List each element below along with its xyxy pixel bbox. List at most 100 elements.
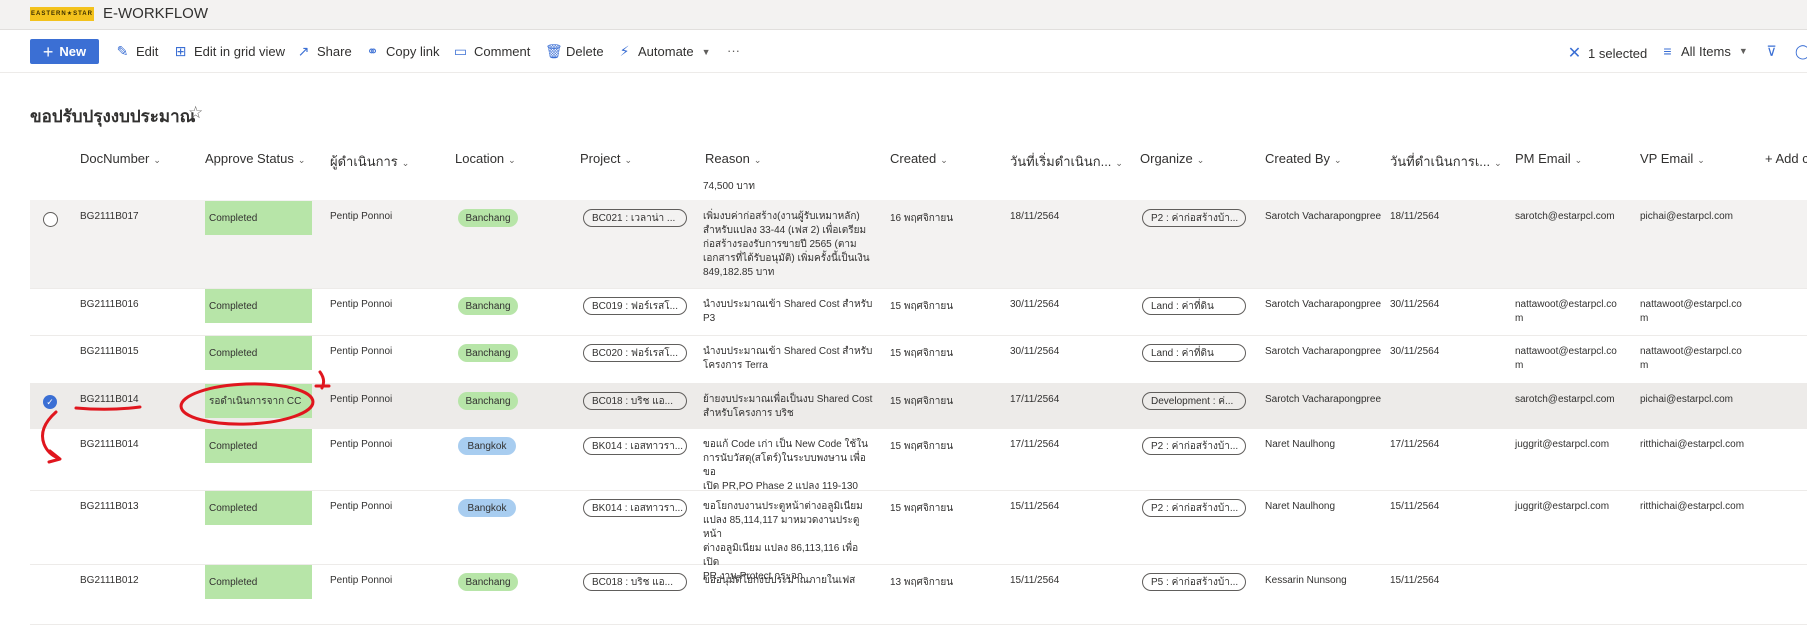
chevron-down-icon: ⌄: [1334, 155, 1342, 165]
reason-line: แปลง 85,114,117 มาหมวดงานประตูหน้า: [703, 515, 860, 540]
table-row[interactable]: BG2111B013 Completed Pentip Ponnoi Bangkok B…: [30, 490, 1807, 582]
comment-button[interactable]: ▭ Comment: [453, 43, 530, 60]
new-button[interactable]: + New: [30, 39, 99, 64]
row-selected-checkmark-icon[interactable]: ✓: [43, 395, 57, 409]
automate-button[interactable]: ⚡ Automate ▼: [617, 43, 711, 60]
edit-grid-label: Edit in grid view: [194, 44, 286, 59]
column-header-operator[interactable]: ผู้ดำเนินการ ⌄: [330, 151, 409, 172]
column-header-pm-email[interactable]: PM Email ⌄: [1515, 151, 1582, 166]
column-header-organize[interactable]: Organize ⌄: [1140, 151, 1204, 166]
trash-icon: 🗑: [545, 43, 563, 59]
grid-icon: ⊞: [174, 43, 187, 59]
clear-selection-button[interactable]: ✕ 1 selected: [1567, 43, 1647, 63]
doc-number-cell[interactable]: BG2111B014: [80, 394, 139, 405]
column-header-created[interactable]: Created ⌄: [890, 151, 948, 166]
pm-email-cell: juggrit@estarpcl.com: [1515, 500, 1609, 514]
doc-number-cell[interactable]: BG2111B017: [80, 211, 139, 222]
process-date-cell: 30/11/2564: [1390, 346, 1440, 357]
vp-email-line: pichai@estarpcl.com: [1640, 211, 1733, 222]
vp-email-line: pichai@estarpcl.com: [1640, 394, 1733, 405]
pencil-icon: ✎: [116, 43, 129, 59]
column-header-location[interactable]: Location ⌄: [455, 151, 516, 166]
pm-email-cell: sarotch@estarpcl.com: [1515, 210, 1615, 224]
table-row[interactable]: BG2111B016 Completed Pentip Ponnoi Banchang…: [30, 288, 1807, 336]
organize-tag: P2 : ค่าก่อสร้างบ้า...: [1142, 209, 1246, 227]
column-header-label: Organize: [1140, 151, 1193, 166]
share-button[interactable]: ↗ Share: [296, 43, 352, 60]
edit-grid-button[interactable]: ⊞ Edit in grid view: [173, 43, 285, 60]
filter-button[interactable]: ⊽: [1764, 43, 1779, 60]
copy-link-button[interactable]: ⚭ Copy link: [365, 43, 440, 60]
column-header-label: Created: [890, 151, 937, 166]
vp-email-cell: pichai@estarpcl.com: [1640, 210, 1733, 224]
start-date-cell: 17/11/2564: [1010, 439, 1060, 450]
created-cell: 15 พฤศจิกายน: [890, 348, 954, 359]
new-button-label: New: [59, 44, 87, 59]
chevron-down-icon: ▼: [701, 46, 711, 57]
table-row[interactable]: BG2111B012 Completed Pentip Ponnoi Banchang…: [30, 564, 1807, 625]
reason-line: สำหรับโครงการ บริช: [703, 408, 794, 419]
column-header-label: Location: [455, 151, 505, 166]
column-header-project[interactable]: Project ⌄: [580, 151, 632, 166]
chevron-down-icon: ⌄: [940, 155, 948, 165]
process-date-cell: 17/11/2564: [1390, 439, 1440, 450]
column-header-vp-email[interactable]: VP Email ⌄: [1640, 151, 1705, 166]
row-select-radio[interactable]: [43, 212, 58, 227]
info-icon: ◯: [1795, 43, 1807, 59]
start-date-cell: 15/11/2564: [1010, 575, 1060, 586]
vp-email-line: ritthichai@estarpcl.com: [1640, 439, 1745, 450]
pm-email-cell: juggrit@estarpcl.com: [1515, 438, 1609, 452]
reason-line: โครงการ Terra: [703, 360, 768, 371]
approve-status-cell: Completed: [205, 201, 312, 235]
column-header-label: Project: [580, 151, 621, 166]
pm-email-cell: nattawoot@estarpcl.co m: [1515, 345, 1617, 373]
column-header-add-column[interactable]: + Add c: [1765, 151, 1807, 166]
doc-number-cell[interactable]: BG2111B014: [80, 439, 139, 450]
approve-status-cell: Completed: [205, 565, 312, 599]
view-selector[interactable]: ≡ All Items ▼: [1660, 43, 1747, 59]
company-logo[interactable]: EASTERN★STAR: [30, 7, 94, 21]
doc-number-cell[interactable]: BG2111B015: [80, 346, 139, 357]
operator-cell: Pentip Ponnoi: [330, 575, 393, 586]
reason-line: เพิ่มงบค่าก่อสร้าง(งานผู้รับเหมาหลัก): [703, 211, 860, 222]
info-button[interactable]: ◯: [1795, 43, 1807, 60]
pm-email-line: juggrit@estarpcl.com: [1515, 439, 1610, 450]
delete-button[interactable]: 🗑 Delete: [545, 43, 604, 60]
favorite-star-icon[interactable]: ☆: [188, 103, 203, 123]
created-by-cell: Sarotch Vacharapongpree: [1265, 394, 1382, 405]
edit-label: Edit: [136, 44, 159, 59]
table-row[interactable]: BG2111B015 Completed Pentip Ponnoi Banchang…: [30, 335, 1807, 384]
column-header-start-date[interactable]: วันที่เริ่มดำเนินก... ⌄: [1010, 151, 1123, 172]
vp-email-line: ritthichai@estarpcl.com: [1640, 501, 1745, 512]
location-tag: Bangkok: [458, 499, 516, 517]
column-header-label: PM Email: [1515, 151, 1571, 166]
created-by-cell: Kessarin Nunsong: [1265, 575, 1347, 586]
doc-number-cell[interactable]: BG2111B013: [80, 501, 139, 512]
chevron-down-icon: ⌄: [401, 158, 410, 168]
table-row[interactable]: ✓ BG2111B014 รอดำเนินการจาก CC Pentip Ponno…: [30, 383, 1807, 429]
table-row[interactable]: BG2111B017 Completed Pentip Ponnoi Banchang…: [30, 200, 1807, 289]
pm-email-line: sarotch@estarpcl.com: [1515, 211, 1615, 222]
comment-label: Comment: [474, 44, 531, 59]
view-label: All Items: [1681, 43, 1731, 59]
reason-line: ย้ายงบประมาณเพื่อเป็นงบ Shared Cost: [703, 394, 873, 405]
column-header-reason[interactable]: Reason ⌄: [705, 151, 761, 166]
column-header-doc-number[interactable]: DocNumber ⌄: [80, 151, 161, 166]
operator-cell: Pentip Ponnoi: [330, 299, 393, 310]
doc-number-cell[interactable]: BG2111B012: [80, 575, 139, 586]
more-button[interactable]: ···: [727, 43, 740, 58]
plus-icon: +: [42, 41, 54, 62]
project-tag: BK014 : เอสทาวรา...: [583, 437, 687, 455]
table-row[interactable]: BG2111B014 Completed Pentip Ponnoi Bangkok B…: [30, 428, 1807, 492]
location-tag: Bangkok: [458, 437, 516, 455]
edit-button[interactable]: ✎ Edit: [115, 43, 159, 60]
pm-email-line: nattawoot@estarpcl.co: [1515, 299, 1617, 310]
column-header-created-by[interactable]: Created By ⌄: [1265, 151, 1342, 166]
app-title[interactable]: E-WORKFLOW: [103, 5, 208, 22]
vp-email-line: m: [1640, 360, 1649, 371]
column-header-process-date[interactable]: วันที่ดำเนินการเ... ⌄: [1390, 151, 1502, 172]
start-date-cell: 18/11/2564: [1010, 211, 1060, 222]
doc-number-cell[interactable]: BG2111B016: [80, 299, 139, 310]
column-header-approve-status[interactable]: Approve Status ⌄: [205, 151, 305, 166]
created-cell: 15 พฤศจิกายน: [890, 441, 954, 452]
